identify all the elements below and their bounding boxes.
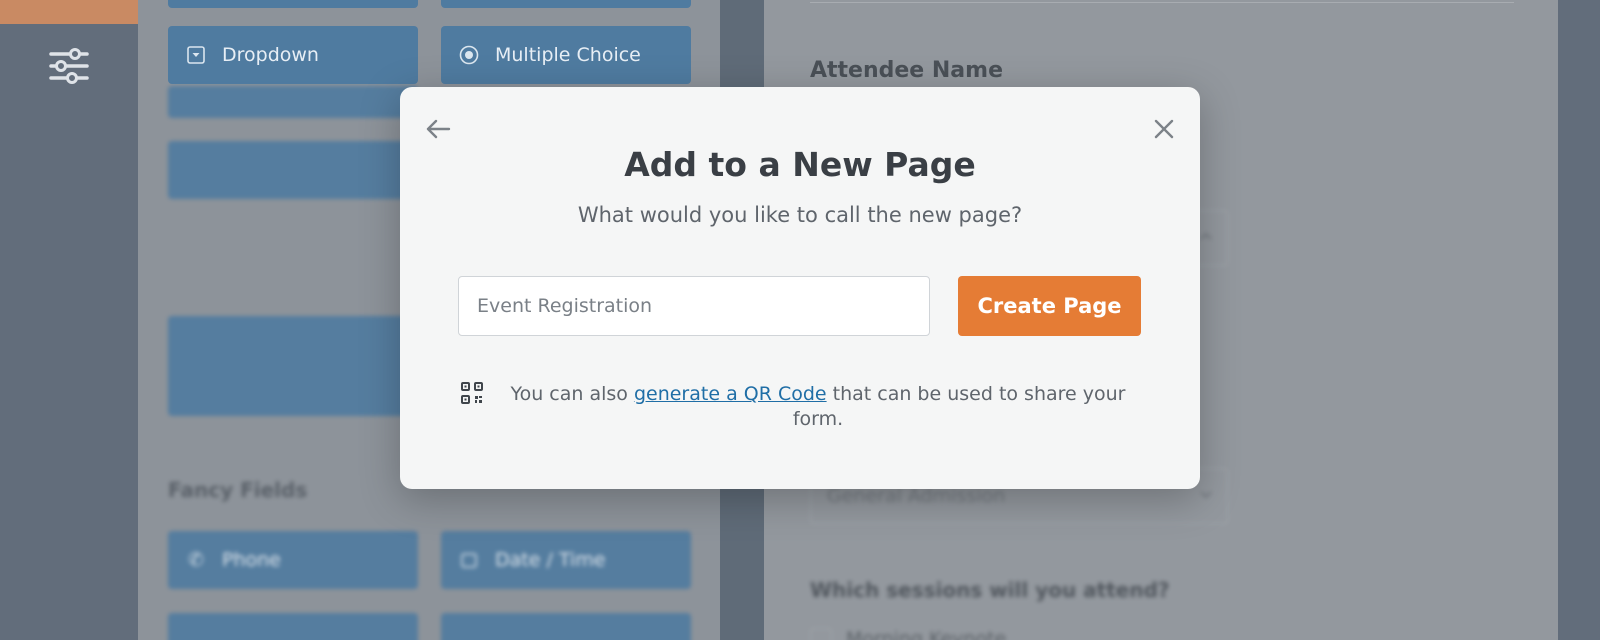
app-stage: Dropdown Multiple Choice Fancy Fields ✆ … (0, 0, 1600, 640)
field-button-dropdown[interactable]: Dropdown (168, 26, 418, 84)
section-heading: Fancy Fields (168, 478, 308, 502)
phone-icon: ✆ (188, 549, 204, 571)
field-button-label: Dropdown (222, 44, 319, 66)
field-button-blurred[interactable] (168, 141, 418, 199)
generate-qr-link[interactable]: generate a QR Code (634, 383, 827, 405)
modal-title: Add to a New Page (624, 145, 976, 184)
close-icon (1154, 119, 1174, 139)
calendar-icon (459, 550, 479, 570)
radio-icon (459, 45, 479, 65)
qr-hint-suffix: that can be used to share your form. (792, 383, 1126, 430)
new-page-modal: Add to a New Page What would you like to… (400, 87, 1200, 489)
qr-code-icon (461, 382, 483, 404)
modal-subtitle: What would you like to call the new page… (577, 203, 1023, 227)
accent-strip (0, 0, 138, 24)
field-button-blurred[interactable] (168, 86, 418, 118)
field-button-top-left[interactable] (168, 0, 418, 8)
field-group-blurred[interactable] (168, 316, 418, 416)
field-button-multiple-choice[interactable]: Multiple Choice (441, 26, 691, 84)
left-rail (0, 0, 138, 640)
close-button[interactable] (1148, 113, 1180, 145)
field-button-label: Multiple Choice (495, 44, 641, 66)
qr-hint-prefix: You can also (510, 383, 634, 405)
field-button-top-right[interactable] (441, 0, 691, 8)
qr-hint: You can also generate a QR Code that can… (500, 382, 1136, 432)
field-button-phone[interactable]: ✆ Phone (168, 531, 418, 589)
right-rail (1558, 0, 1600, 640)
preview-checkbox-row[interactable]: Morning Keynote (810, 628, 1006, 640)
chevron-up-icon (1200, 232, 1212, 240)
create-page-button[interactable]: Create Page (958, 276, 1141, 336)
arrow-left-icon (426, 119, 451, 139)
dropdown-icon (186, 45, 206, 65)
back-button[interactable] (422, 113, 454, 145)
chevron-down-icon (1200, 491, 1212, 499)
field-button-date-time[interactable]: Date / Time (441, 531, 691, 589)
settings-sliders-icon[interactable] (48, 46, 90, 86)
page-name-input[interactable] (458, 276, 930, 336)
checkbox[interactable] (810, 628, 832, 640)
field-button-blurred[interactable] (441, 613, 691, 640)
field-button-blurred[interactable] (168, 613, 418, 640)
preview-divider (810, 2, 1514, 3)
checkbox-label: Morning Keynote (846, 628, 1007, 640)
field-button-label: Date / Time (495, 549, 606, 571)
preview-field-label: Attendee Name (810, 58, 1003, 83)
preview-sessions-label: Which sessions will you attend? (810, 578, 1170, 602)
field-button-label: Phone (222, 549, 281, 571)
